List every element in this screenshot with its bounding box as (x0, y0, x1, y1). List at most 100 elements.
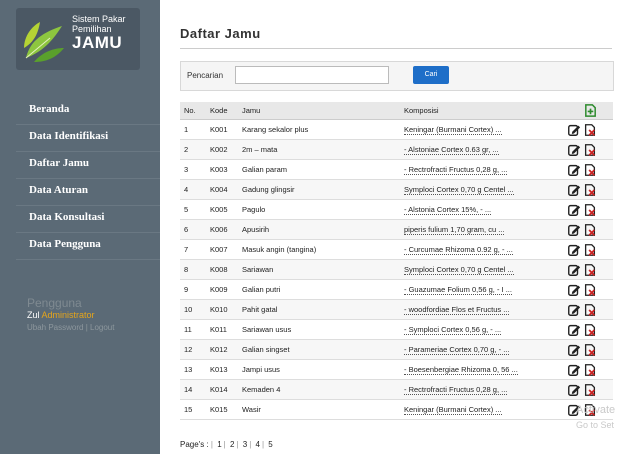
cell-actions (563, 339, 613, 360)
delete-icon[interactable] (583, 183, 597, 197)
table-row: 14 K014 Kemaden 4 - Rectrofracti Fructus 0,… (180, 379, 613, 400)
sidebar-item-daftar-jamu[interactable]: Daftar Jamu (16, 152, 160, 179)
cell-jamu: Wasir (238, 399, 400, 420)
table-row: 12 K012 Galian singset - Parameriae Cortex … (180, 339, 613, 360)
delete-icon[interactable] (583, 143, 597, 157)
cell-komposisi: - Symploci Cortex 0,56 g, - ... (400, 319, 563, 340)
cell-actions (563, 259, 613, 280)
user-info: Zul Administrator (27, 310, 114, 320)
app-logo[interactable]: Sistem Pakar Pemilihan JAMU (16, 8, 140, 70)
cell-jamu: Galian putri (238, 279, 400, 300)
table-row: 8 K008 Sariawan Symploci Cortex 0,70 g Cent… (180, 259, 613, 280)
user-panel-title: Pengguna (27, 296, 82, 310)
table-row: 15 K015 Wasir Keningar (Burmani Cortex) ... (180, 399, 613, 420)
cell-no: 10 (180, 299, 206, 320)
cell-no: 14 (180, 379, 206, 400)
page-link[interactable]: 3 (243, 440, 247, 449)
sidebar-nav: Beranda Data Identifikasi Daftar Jamu Da… (16, 98, 160, 260)
edit-icon[interactable] (567, 383, 581, 397)
sidebar-item-data-konsultasi[interactable]: Data Konsultasi (16, 206, 160, 233)
delete-icon[interactable] (583, 223, 597, 237)
table-row: 10 K010 Pahit gatal - woodfordiae Flos et F… (180, 299, 613, 320)
search-input[interactable] (235, 66, 389, 84)
header-komposisi: Komposisi (400, 102, 563, 120)
page-link[interactable]: 5 (268, 440, 272, 449)
user-role: Administrator (41, 310, 95, 320)
delete-icon[interactable] (583, 163, 597, 177)
delete-icon[interactable] (583, 263, 597, 277)
header-jamu: Jamu (238, 102, 400, 120)
cell-actions (563, 199, 613, 220)
table-row: 7 K007 Masuk angin (tangina) - Curcumae Rhi… (180, 239, 613, 260)
cell-kode: K010 (206, 299, 238, 320)
edit-icon[interactable] (567, 343, 581, 357)
delete-icon[interactable] (583, 283, 597, 297)
edit-icon[interactable] (567, 243, 581, 257)
komposisi-text: Keningar (Burmani Cortex) ... (404, 404, 502, 415)
komposisi-text: - Rectrofracti Fructus 0,28 g, ... (404, 164, 508, 175)
user-panel: Pengguna Zul Administrator Ubah Password… (27, 296, 114, 332)
cell-actions (563, 379, 613, 400)
edit-icon[interactable] (567, 363, 581, 377)
search-button[interactable]: Cari (413, 66, 449, 84)
komposisi-text: - woodfordiae Flos et Fructus ... (404, 304, 510, 315)
logo-line-1: Sistem Pakar (72, 14, 126, 24)
delete-icon[interactable] (583, 323, 597, 337)
cell-no: 15 (180, 399, 206, 420)
sidebar-item-data-aturan[interactable]: Data Aturan (16, 179, 160, 206)
edit-icon[interactable] (567, 283, 581, 297)
page-link[interactable]: 1 (217, 440, 221, 449)
komposisi-text: - Boesenbergiae Rhizoma 0, 56 ... (404, 364, 518, 375)
table-row: 1 K001 Karang sekalor plus Keningar (Burman… (180, 119, 613, 140)
edit-icon[interactable] (567, 163, 581, 177)
page-link[interactable]: 2 (230, 440, 234, 449)
cell-actions (563, 179, 613, 200)
komposisi-text: piperis fulium 1,70 gram, cu ... (404, 224, 505, 235)
komposisi-text: - Symploci Cortex 0,56 g, - ... (404, 324, 502, 335)
cell-jamu: Sariawan (238, 259, 400, 280)
user-links[interactable]: Ubah Password | Logout (27, 323, 114, 332)
cell-komposisi: Symploci Cortex 0,70 g Centel ... (400, 259, 563, 280)
cell-komposisi: - Alstonia Cortex 15%, - ... (400, 199, 563, 220)
komposisi-text: Symploci Cortex 0,70 g Centel ... (404, 184, 514, 195)
edit-icon[interactable] (567, 303, 581, 317)
cell-komposisi: - Guazumae Folium 0,56 g, - I ... (400, 279, 563, 300)
logo-text: Sistem Pakar Pemilihan JAMU (72, 14, 126, 52)
edit-icon[interactable] (567, 203, 581, 217)
edit-icon[interactable] (567, 123, 581, 137)
delete-icon[interactable] (583, 343, 597, 357)
delete-icon[interactable] (583, 363, 597, 377)
jamu-table: No. Kode Jamu Komposisi 1 K001 Karang seka… (180, 102, 613, 420)
komposisi-text: - Curcumae Rhizoma 0.92 g, - ... (404, 244, 513, 255)
cell-actions (563, 359, 613, 380)
delete-icon[interactable] (583, 303, 597, 317)
page-link[interactable]: 4 (256, 440, 260, 449)
edit-icon[interactable] (567, 323, 581, 337)
delete-icon[interactable] (583, 383, 597, 397)
pagination-label: Page's : (180, 440, 209, 449)
sidebar-item-data-pengguna[interactable]: Data Pengguna (16, 233, 160, 260)
cell-actions (563, 139, 613, 160)
edit-icon[interactable] (567, 263, 581, 277)
table-row: 9 K009 Galian putri - Guazumae Folium 0,56 … (180, 279, 613, 300)
cell-jamu: 2m – mata (238, 139, 400, 160)
sidebar-item-beranda[interactable]: Beranda (16, 98, 160, 125)
sidebar-item-data-identifikasi[interactable]: Data Identifikasi (16, 125, 160, 152)
page-title: Daftar Jamu (180, 26, 261, 41)
edit-icon[interactable] (567, 223, 581, 237)
delete-icon[interactable] (583, 243, 597, 257)
sidebar: Sistem Pakar Pemilihan JAMU Beranda Data… (0, 0, 160, 454)
cell-kode: K012 (206, 339, 238, 360)
delete-icon[interactable] (583, 203, 597, 217)
cell-komposisi: - Rectrofracti Fructus 0,28 g, ... (400, 379, 563, 400)
cell-kode: K007 (206, 239, 238, 260)
cell-komposisi: - Alstoniae Cortex 0.63 gr, ... (400, 139, 563, 160)
edit-icon[interactable] (567, 143, 581, 157)
edit-icon[interactable] (567, 183, 581, 197)
cell-komposisi: - Parameriae Cortex 0,70 g, - ... (400, 339, 563, 360)
table-row: 2 K002 2m – mata - Alstoniae Cortex 0.63 gr… (180, 139, 613, 160)
add-icon[interactable] (583, 103, 598, 118)
cell-no: 6 (180, 219, 206, 240)
cell-no: 3 (180, 159, 206, 180)
delete-icon[interactable] (583, 123, 597, 137)
